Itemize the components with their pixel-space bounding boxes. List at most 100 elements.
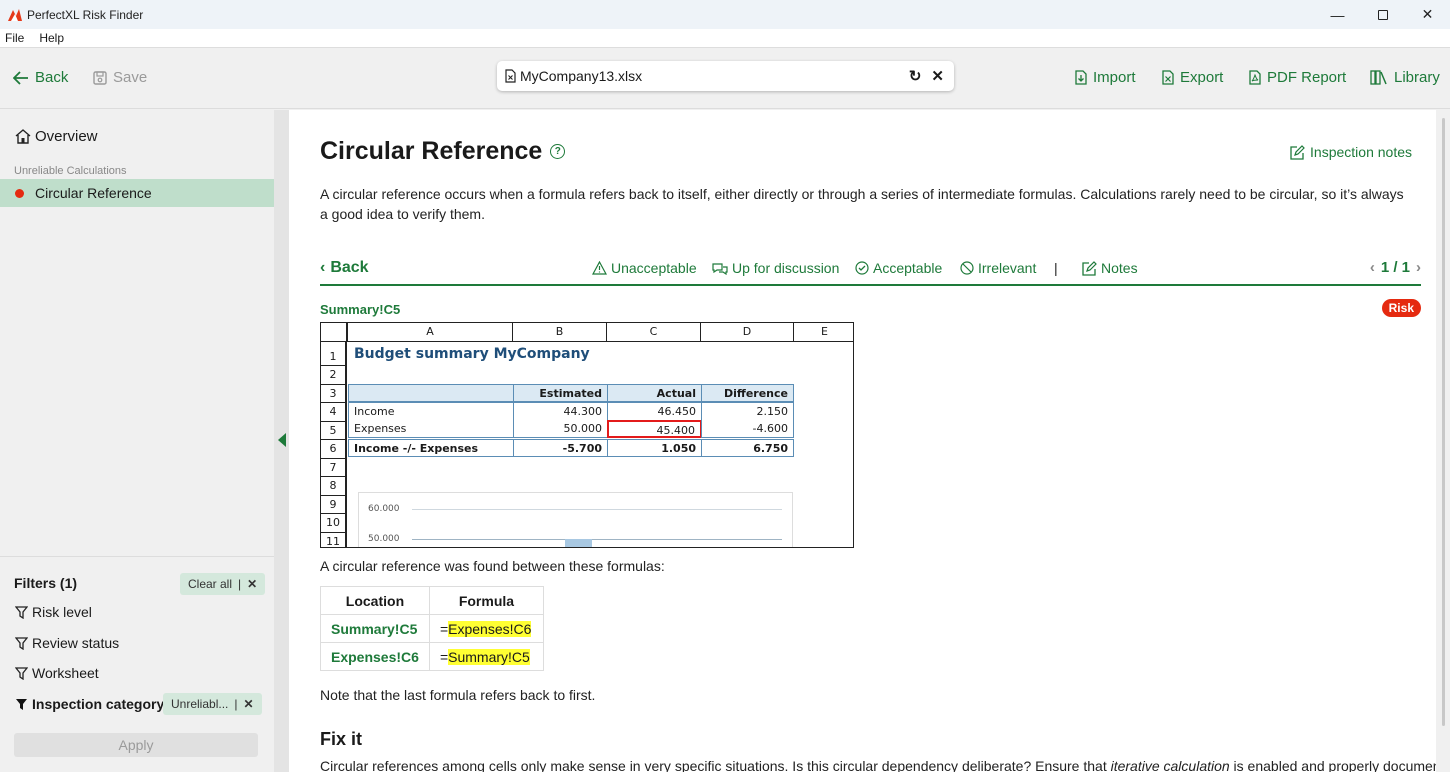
- risk-badge: Risk: [1381, 299, 1421, 317]
- block-icon: [960, 261, 974, 275]
- title-bar: PerfectXL Risk Finder — ✕: [0, 0, 1450, 29]
- close-window-button[interactable]: ✕: [1405, 0, 1450, 29]
- row-header: 10: [321, 514, 347, 533]
- close-icon: ✕: [1421, 6, 1434, 22]
- irrelevant-button[interactable]: Irrelevant: [960, 260, 1036, 276]
- result-back-button[interactable]: ‹ Back: [320, 259, 369, 277]
- sheet-cell: -5.700: [513, 439, 608, 457]
- sheet-cell: 50.000: [513, 420, 608, 438]
- import-button[interactable]: Import: [1075, 69, 1136, 86]
- sheet-cell: 44.300: [513, 402, 608, 420]
- minimize-button[interactable]: —: [1315, 0, 1360, 29]
- library-books-icon: [1370, 70, 1387, 85]
- chat-bubbles-icon: [712, 262, 728, 275]
- close-file-icon[interactable]: ✕: [931, 67, 944, 85]
- close-icon[interactable]: ✕: [243, 697, 253, 711]
- row-header: 11: [321, 532, 347, 547]
- sidebar: Overview Unreliable Calculations Circula…: [0, 110, 274, 772]
- arrow-left-icon: [13, 70, 28, 85]
- sidebar-item-circular-reference[interactable]: Circular Reference: [0, 179, 274, 207]
- apply-filters-button[interactable]: Apply: [14, 733, 258, 757]
- home-icon: [15, 129, 31, 144]
- notes-button[interactable]: Notes: [1082, 260, 1138, 276]
- formula-reference: Expenses!C6: [448, 620, 532, 637]
- chevron-left-icon: ‹: [320, 259, 326, 276]
- filter-inspection-category[interactable]: Inspection category: [15, 696, 164, 712]
- collapse-sidebar-icon[interactable]: [278, 433, 286, 447]
- risk-status-dot-icon: [15, 188, 24, 198]
- excel-file-icon: [505, 69, 516, 83]
- filter-risk-level[interactable]: Risk level: [15, 604, 92, 620]
- import-file-icon: [1075, 70, 1087, 85]
- pager-text: 1 / 1: [1380, 259, 1410, 276]
- menu-file[interactable]: File: [5, 31, 24, 45]
- warning-triangle-icon: [592, 261, 607, 275]
- note-text: Note that the last formula refers back t…: [320, 687, 596, 703]
- main-scrollbar[interactable]: [1436, 110, 1450, 772]
- sheet-cell: Income: [348, 402, 514, 420]
- next-result-icon[interactable]: ›: [1416, 259, 1421, 276]
- sheet-header-cell: [348, 384, 514, 402]
- open-file-tab[interactable]: MyCompany13.xlsx ↻ ✕: [497, 61, 954, 91]
- pdf-report-button[interactable]: PDF Report: [1249, 69, 1346, 86]
- column-header: B: [513, 323, 607, 342]
- row-header: 8: [321, 477, 347, 496]
- row-header: 7: [321, 458, 347, 477]
- unacceptable-button[interactable]: Unacceptable: [592, 260, 697, 276]
- page-title: Circular Reference ?: [320, 137, 566, 166]
- fix-it-text: Circular references among cells only mak…: [320, 758, 1436, 772]
- edit-note-icon: [1290, 144, 1305, 160]
- close-icon: ✕: [247, 577, 258, 591]
- cell-reference-link[interactable]: Summary!C5: [320, 302, 400, 317]
- maximize-icon: [1377, 9, 1388, 20]
- sidebar-item-overview[interactable]: Overview: [15, 128, 98, 145]
- excel-export-icon: [1162, 70, 1174, 85]
- clear-all-filters-button[interactable]: Clear all | ✕: [180, 573, 266, 595]
- reload-icon[interactable]: ↻: [909, 67, 922, 85]
- help-icon[interactable]: ?: [550, 144, 566, 159]
- filter-icon: [15, 666, 28, 680]
- location-link[interactable]: Summary!C5: [320, 614, 430, 643]
- result-pager: ‹ 1 / 1 ›: [1370, 259, 1421, 276]
- sidebar-group-label: Unreliable Calculations: [14, 165, 127, 177]
- embedded-chart: 60.000 50.000: [358, 492, 793, 547]
- row-header: 5: [321, 421, 347, 440]
- table-header: Formula: [428, 586, 544, 615]
- location-link[interactable]: Expenses!C6: [320, 642, 430, 671]
- sheet-cell: 6.750: [701, 439, 794, 457]
- back-button[interactable]: Back: [13, 69, 68, 86]
- acceptable-button[interactable]: Acceptable: [855, 260, 942, 276]
- menu-help[interactable]: Help: [39, 31, 64, 45]
- filter-worksheet[interactable]: Worksheet: [15, 665, 99, 681]
- spreadsheet-preview: A B C D E 1 2 3 4 5 6 7 8 9 10 11 Budget…: [320, 322, 854, 548]
- up-for-discussion-button[interactable]: Up for discussion: [712, 260, 839, 276]
- maximize-button[interactable]: [1360, 0, 1405, 29]
- chart-y-tick-label: 50.000: [368, 534, 400, 544]
- save-icon: [93, 70, 107, 85]
- toolbar: Back Save MyCompany13.xlsx ↻ ✕ Import Ex…: [0, 49, 1450, 109]
- formula-cell: =Expenses!C6: [428, 614, 544, 643]
- chart-bar: [565, 539, 592, 547]
- highlighted-sheet-cell: 45.400: [607, 420, 702, 438]
- filter-review-status[interactable]: Review status: [15, 635, 119, 651]
- save-button[interactable]: Save: [93, 69, 147, 86]
- row-header: 4: [321, 403, 347, 422]
- inspection-category-chip[interactable]: Unreliabl... | ✕: [163, 693, 262, 715]
- sheet-title-cell: Budget summary MyCompany: [354, 346, 590, 362]
- fix-it-heading: Fix it: [320, 729, 363, 749]
- export-button[interactable]: Export: [1162, 69, 1223, 86]
- minimize-icon: —: [1330, 6, 1345, 23]
- column-header: D: [701, 323, 794, 342]
- filter-icon: [15, 636, 28, 650]
- chart-gridline: [412, 509, 782, 510]
- scrollbar-thumb[interactable]: [1442, 118, 1445, 726]
- inspection-notes-button[interactable]: Inspection notes: [1290, 144, 1412, 160]
- previous-result-icon[interactable]: ‹: [1370, 259, 1375, 276]
- row-header: 3: [321, 384, 347, 403]
- pdf-file-icon: [1249, 70, 1261, 85]
- sheet-header-cell: Estimated: [513, 384, 608, 402]
- app-title: PerfectXL Risk Finder: [27, 7, 144, 22]
- library-button[interactable]: Library: [1370, 69, 1440, 86]
- filter-filled-icon: [16, 698, 27, 710]
- check-circle-icon: [855, 261, 869, 275]
